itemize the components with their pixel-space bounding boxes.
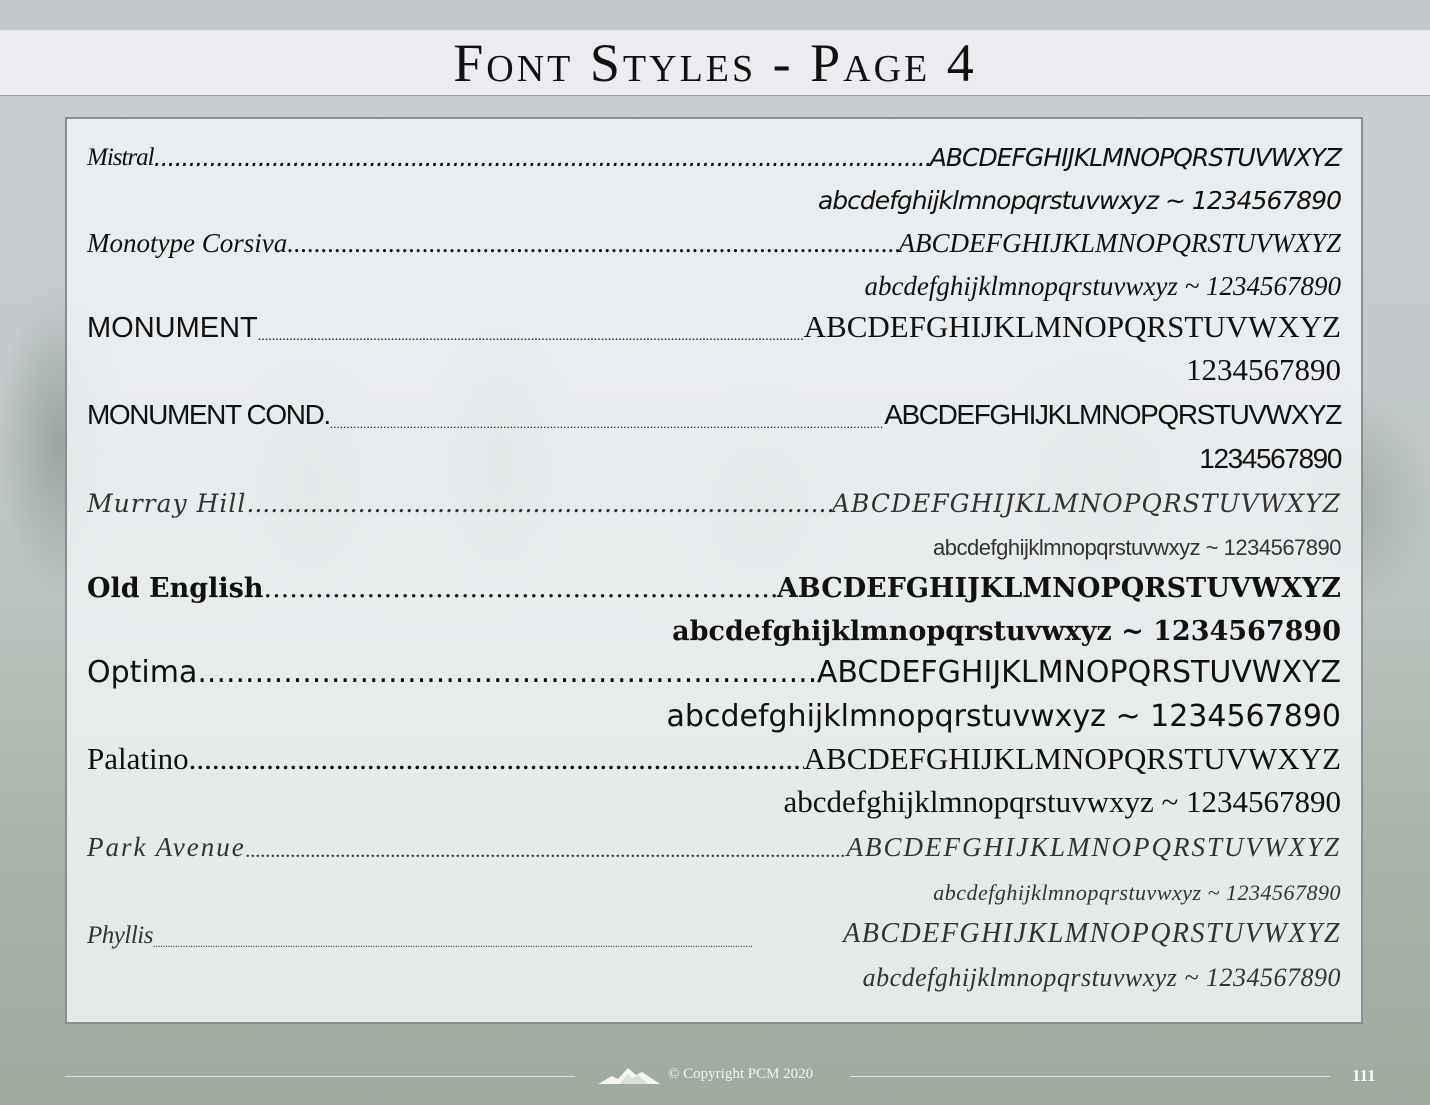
font-sample-lowercase: abcdefghijklmnopqrstuvwxyz ~ 1234567890 bbox=[862, 962, 1341, 992]
font-name: Murray Hill bbox=[87, 488, 247, 518]
font-row-monotype-corsiva-lower: abcdefghijklmnopqrstuvwxyz ~ 1234567890 bbox=[87, 259, 1341, 302]
font-sample-uppercase: ABCDEFGHIJKLMNOPQRSTUVWXYZ bbox=[898, 227, 1341, 258]
font-name: Monotype Corsiva bbox=[87, 227, 288, 258]
font-sample-uppercase: ABCDEFGHIJKLMNOPQRSTUVWXYZ bbox=[843, 917, 1341, 949]
page-title: Font Styles - Page 4 bbox=[453, 32, 977, 93]
leader-dots bbox=[258, 329, 804, 345]
font-sample-uppercase: ABCDEFGHIJKLMNOPQRSTUVWXYZ bbox=[884, 399, 1342, 431]
font-sample-lowercase: abcdefghijklmnopqrstuvwxyz ~ 1234567890 bbox=[864, 270, 1341, 301]
font-sample-lowercase: abcdefghijklmnopqrstuvwxyz ~ 1234567890 bbox=[817, 186, 1342, 216]
top-strip bbox=[0, 0, 1430, 31]
font-sample-uppercase: ABCDEFGHIJKLMNOPQRSTUVWXYZ bbox=[846, 832, 1341, 863]
font-row-old-english: Old English ABCDEFGHIJKLMNOPQRSTUVWXYZ bbox=[87, 561, 1341, 604]
font-sample-uppercase: ABCDEFGHIJKLMNOPQRSTUVWXYZ bbox=[831, 488, 1341, 518]
header-bar: Font Styles - Page 4 bbox=[0, 30, 1430, 96]
font-row-phyllis-lower: abcdefghijklmnopqrstuvwxyz ~ 1234567890 bbox=[87, 950, 1341, 993]
leader-dots bbox=[189, 741, 804, 777]
font-sample-uppercase: ABCDEFGHIJKLMNOPQRSTUVWXYZ bbox=[816, 655, 1341, 691]
font-row-phyllis: Phyllis ABCDEFGHIJKLMNOPQRSTUVWXYZ bbox=[87, 906, 1341, 949]
font-sample-lowercase: abcdefghijklmnopqrstuvwxyz ~ 1234567890 bbox=[933, 880, 1341, 906]
font-sample-lowercase: abcdefghijklmnopqrstuvwxyz ~ 1234567890 bbox=[672, 616, 1341, 648]
font-row-monument-cond: MONUMENT COND. ABCDEFGHIJKLMNOPQRSTUVWXY… bbox=[87, 388, 1342, 431]
font-name: MONUMENT COND. bbox=[87, 399, 331, 431]
font-sample-numbers: 1234567890 bbox=[1186, 352, 1341, 388]
font-sample-uppercase: ABCDEFGHIJKLMNOPQRSTUVWXYZ bbox=[929, 143, 1342, 173]
font-sample-lowercase: abcdefghijklmnopqrstuvwxyz ~ 1234567890 bbox=[783, 784, 1341, 819]
font-row-murray-hill-lower: abcdefghijklmnopqrstuvwxyz ~ 1234567890 bbox=[87, 518, 1341, 561]
font-row-murray-hill: Murray Hill ABCDEFGHIJKLMNOPQRSTUVWXYZ bbox=[87, 475, 1341, 518]
font-row-monument-cond-lower: 1234567890 bbox=[87, 431, 1342, 474]
font-sample-uppercase: ABCDEFGHIJKLMNOPQRSTUVWXYZ bbox=[803, 740, 1341, 776]
leader-dots bbox=[264, 573, 777, 604]
font-row-park-avenue: Park Avenue ABCDEFGHIJKLMNOPQRSTUVWXYZ bbox=[87, 820, 1341, 863]
footer-rule-right bbox=[850, 1076, 1330, 1077]
font-name: Old English bbox=[87, 573, 264, 605]
font-sample-lowercase: abcdefghijklmnopqrstuvwxyz ~ 1234567890 bbox=[933, 534, 1341, 560]
font-styles-panel: Mistral ABCDEFGHIJKLMNOPQRSTUVWXYZ abcdef… bbox=[65, 117, 1363, 1024]
leader-dots bbox=[287, 228, 898, 259]
font-row-palatino: Palatino ABCDEFGHIJKLMNOPQRSTUVWXYZ bbox=[87, 734, 1341, 777]
leader-dots bbox=[246, 840, 847, 863]
font-row-optima-lower: abcdefghijklmnopqrstuvwxyz ~ 1234567890 bbox=[87, 690, 1341, 734]
font-row-palatino-lower: abcdefghijklmnopqrstuvwxyz ~ 1234567890 bbox=[87, 777, 1341, 820]
font-row-mistral: Mistral ABCDEFGHIJKLMNOPQRSTUVWXYZ bbox=[87, 129, 1342, 173]
font-name: Phyllis bbox=[87, 921, 153, 949]
leader-dots bbox=[330, 417, 884, 431]
font-sample-uppercase: ABCDEFGHIJKLMNOPQRSTUVWXYZ bbox=[776, 573, 1341, 605]
font-row-park-avenue-lower: abcdefghijklmnopqrstuvwxyz ~ 1234567890 bbox=[87, 863, 1341, 906]
font-name: Optima bbox=[87, 655, 198, 691]
mountain-logo-icon bbox=[598, 1068, 660, 1084]
font-row-old-english-lower: abcdefghijklmnopqrstuvwxyz ~ 1234567890 bbox=[87, 604, 1341, 647]
font-row-mistral-lower: abcdefghijklmnopqrstuvwxyz ~ 1234567890 bbox=[87, 172, 1342, 216]
leader-dots bbox=[153, 939, 843, 950]
font-row-optima: Optima ABCDEFGHIJKLMNOPQRSTUVWXYZ bbox=[87, 647, 1341, 690]
font-row-monotype-corsiva: Monotype Corsiva ABCDEFGHIJKLMNOPQRSTUVW… bbox=[87, 215, 1341, 258]
page-number: 111 bbox=[1352, 1066, 1376, 1085]
font-sample-numbers: 1234567890 bbox=[1199, 442, 1342, 474]
page-footer: © Copyright PCM 2020 111 bbox=[65, 1062, 1383, 1092]
copyright-text: © Copyright PCM 2020 bbox=[668, 1066, 814, 1082]
font-row-monument-lower: 1234567890 bbox=[87, 345, 1341, 388]
font-list: Mistral ABCDEFGHIJKLMNOPQRSTUVWXYZ abcdef… bbox=[87, 129, 1342, 993]
font-sample-uppercase: ABCDEFGHIJKLMNOPQRSTUVWXYZ bbox=[803, 308, 1341, 344]
font-name: Palatino bbox=[87, 740, 189, 776]
font-name: Park Avenue bbox=[87, 832, 246, 863]
leader-dots bbox=[246, 489, 832, 518]
leader-dots bbox=[197, 655, 816, 690]
footer-rule-left bbox=[65, 1076, 575, 1077]
leader-dots bbox=[154, 143, 930, 172]
font-row-monument: MONUMENT ABCDEFGHIJKLMNOPQRSTUVWXYZ bbox=[87, 302, 1341, 345]
font-name: MONUMENT bbox=[87, 311, 258, 344]
font-name: Mistral bbox=[87, 144, 155, 172]
font-sample-lowercase: abcdefghijklmnopqrstuvwxyz ~ 1234567890 bbox=[666, 698, 1341, 734]
